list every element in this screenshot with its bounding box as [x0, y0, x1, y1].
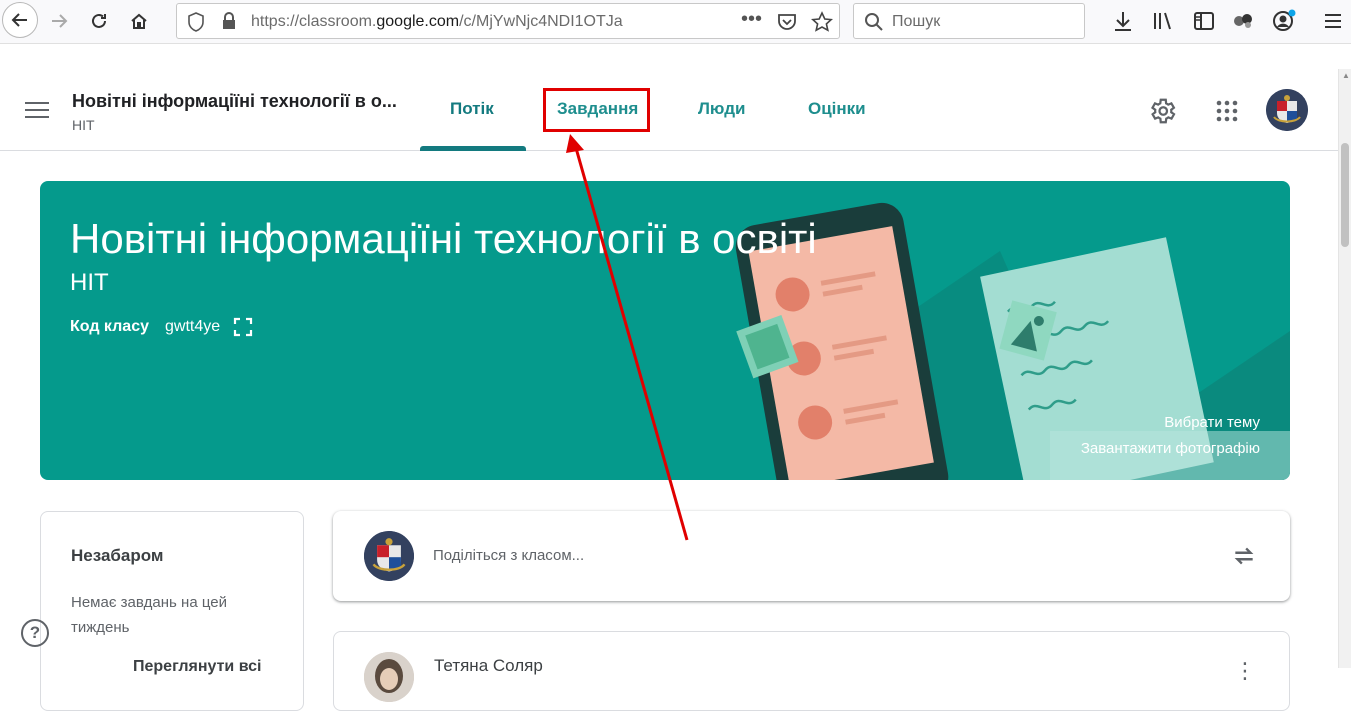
more-vert-icon[interactable]: ⋮ — [1234, 658, 1256, 684]
active-tab-indicator — [420, 146, 526, 151]
upcoming-empty-text: Немає завдань на цей тиждень — [71, 594, 227, 636]
menu-icon[interactable] — [1322, 10, 1344, 32]
tab-people[interactable]: Люди — [698, 99, 745, 119]
sidebar-icon[interactable] — [1193, 10, 1215, 32]
pocket-icon[interactable] — [777, 12, 797, 32]
crest-avatar-icon — [1266, 89, 1308, 131]
account-icon[interactable] — [1271, 8, 1297, 34]
tab-grades[interactable]: Оцінки — [808, 99, 866, 119]
home-icon — [131, 13, 147, 29]
class-header: Новітні інформаціїні технології в о... Н… — [0, 69, 1338, 151]
url-bar[interactable]: https://classroom.google.com/c/MjYwNjc4N… — [176, 3, 840, 39]
forward-button[interactable] — [44, 6, 74, 36]
bookmark-star-icon[interactable] — [811, 11, 833, 33]
arrow-right-icon — [52, 14, 68, 28]
page-scrollbar[interactable]: ▲ — [1338, 69, 1351, 668]
library-icon[interactable] — [1152, 10, 1174, 32]
banner-subtitle: НІТ — [70, 269, 109, 296]
class-code-label: Код класу — [70, 318, 149, 335]
crest-avatar-icon — [364, 531, 414, 581]
download-icon[interactable] — [1113, 10, 1133, 32]
annotation-highlight-box — [543, 88, 650, 132]
class-title[interactable]: Новітні інформаціїні технології в о... — [72, 91, 397, 112]
search-input[interactable]: Пошук — [853, 3, 1085, 39]
user-avatar[interactable] — [1266, 89, 1308, 131]
view-all-link[interactable]: Переглянути всі — [133, 658, 262, 676]
post-author-name[interactable]: Тетяна Соляр — [434, 656, 543, 676]
more-options-icon[interactable]: ••• — [741, 8, 762, 31]
upload-photo-link[interactable]: Завантажити фотографію — [1081, 440, 1260, 457]
reload-icon — [92, 13, 106, 28]
shield-icon — [188, 12, 204, 32]
author-avatar — [364, 652, 414, 702]
hamburger-menu-button[interactable] — [22, 95, 52, 125]
scroll-thumb[interactable] — [1341, 143, 1349, 247]
back-button[interactable] — [2, 2, 38, 38]
upcoming-card: Незабаром Немає завдань на цей тиждень П… — [40, 511, 304, 711]
class-banner: Новітні інформаціїні технології в освіті… — [40, 181, 1290, 480]
home-button[interactable] — [124, 6, 154, 36]
share-with-class-card[interactable]: Поділіться з класом... — [333, 511, 1290, 601]
scroll-up-icon[interactable]: ▲ — [1342, 71, 1350, 80]
select-theme-link[interactable]: Вибрати тему — [1164, 414, 1260, 431]
fullscreen-icon[interactable] — [233, 317, 253, 337]
repost-icon[interactable] — [1231, 543, 1257, 569]
person-photo-icon — [364, 652, 414, 702]
browser-toolbar: https://classroom.google.com/c/MjYwNjc4N… — [0, 0, 1351, 44]
class-code-value: gwtt4ye — [165, 318, 221, 335]
reload-button[interactable] — [84, 6, 114, 36]
upcoming-title: Незабаром — [71, 546, 164, 565]
settings-gear-icon[interactable] — [1147, 96, 1177, 126]
share-placeholder: Поділіться з класом... — [433, 547, 585, 564]
url-text: https://classroom.google.com/c/MjYwNjc4N… — [251, 13, 623, 30]
tab-stream[interactable]: Потік — [450, 99, 494, 119]
extension-icon[interactable] — [1232, 10, 1254, 32]
search-icon — [865, 13, 883, 31]
lock-icon — [223, 12, 235, 29]
banner-title: Новітні інформаціїні технології в освіті — [70, 215, 817, 262]
apps-grid-icon[interactable] — [1215, 99, 1239, 123]
class-subtitle: НІТ — [72, 117, 95, 133]
arrow-left-icon — [11, 13, 27, 27]
search-placeholder: Пошук — [892, 13, 941, 30]
user-avatar — [364, 531, 414, 581]
help-icon[interactable]: ? — [21, 619, 49, 647]
stream-post: Тетяна Соляр ⋮ — [333, 631, 1290, 711]
